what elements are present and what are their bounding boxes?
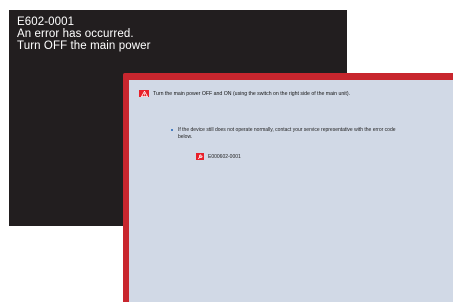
warning-message-row: Turn the main power OFF and ON (using th… bbox=[139, 90, 350, 97]
stage: E602-0001 An error has occurred. Turn OF… bbox=[0, 0, 453, 302]
list-item: If the device still does not operate nor… bbox=[171, 127, 401, 140]
contact-text: If the device still does not operate nor… bbox=[178, 127, 396, 140]
warning-message: Turn the main power OFF and ON (using th… bbox=[153, 90, 351, 97]
warning-icon bbox=[139, 90, 149, 97]
wrench-icon bbox=[196, 153, 204, 160]
power-instruction-line: Turn OFF the main power bbox=[17, 40, 151, 52]
error-code-row: E000602-0001 bbox=[196, 153, 241, 160]
bullet-icon bbox=[171, 129, 173, 131]
error-message-line: An error has occurred. bbox=[17, 28, 134, 40]
error-panel: Turn the main power OFF and ON (using th… bbox=[129, 80, 453, 302]
error-code: E000602-0001 bbox=[208, 153, 241, 160]
error-code-line: E602-0001 bbox=[17, 16, 75, 28]
contact-instructions: If the device still does not operate nor… bbox=[171, 127, 401, 140]
